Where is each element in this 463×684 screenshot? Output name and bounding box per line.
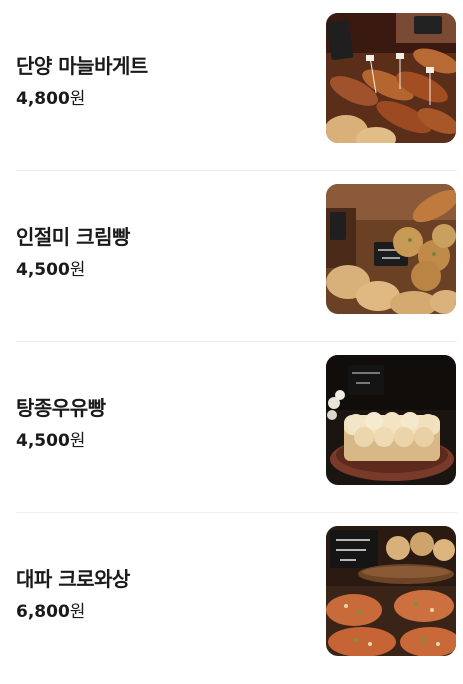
price-currency: 원 [69, 89, 86, 109]
menu-item-name: 인절미 크림빵 [16, 225, 130, 249]
price-value: 4,500 [16, 431, 70, 451]
price-value: 4,500 [16, 260, 70, 280]
garlic-baguette-photo[interactable] [326, 13, 456, 143]
injeolmi-cream-bread-photo[interactable] [326, 184, 456, 314]
garlic-baguette-photo-illustration [326, 13, 456, 143]
price-currency: 원 [69, 602, 86, 622]
menu-item-price: 4,500원 [16, 255, 85, 280]
menu-item-price: 6,800원 [16, 597, 85, 622]
menu-item-garlic-baguette[interactable]: 단양 마늘바게트 4,800원 [16, 0, 457, 171]
menu-item-milk-bread[interactable]: 탕종우유빵 4,500원 [16, 342, 457, 513]
menu-item-price: 4,800원 [16, 84, 85, 109]
milk-bread-photo[interactable] [326, 355, 456, 485]
menu-item-green-onion-croissant[interactable]: 대파 크로와상 6,800원 [16, 513, 457, 684]
menu-item-name: 대파 크로와상 [16, 567, 130, 591]
menu-item-injeolmi-cream-bread[interactable]: 인절미 크림빵 4,500원 [16, 171, 457, 342]
price-value: 6,800 [16, 602, 70, 622]
price-currency: 원 [69, 431, 86, 451]
menu-list: 단양 마늘바게트 4,800원 인절미 크림빵 4,500원 탕종우유빵 4,5… [0, 0, 463, 672]
menu-item-name: 단양 마늘바게트 [16, 54, 148, 78]
menu-item-name: 탕종우유빵 [16, 396, 106, 420]
menu-item-price: 4,500원 [16, 426, 85, 451]
green-onion-croissant-photo[interactable] [326, 526, 456, 656]
injeolmi-cream-bread-photo-illustration [326, 184, 456, 314]
price-value: 4,800 [16, 89, 70, 109]
price-currency: 원 [69, 260, 86, 280]
green-onion-croissant-photo-illustration [326, 526, 456, 656]
milk-bread-photo-illustration [326, 355, 456, 485]
